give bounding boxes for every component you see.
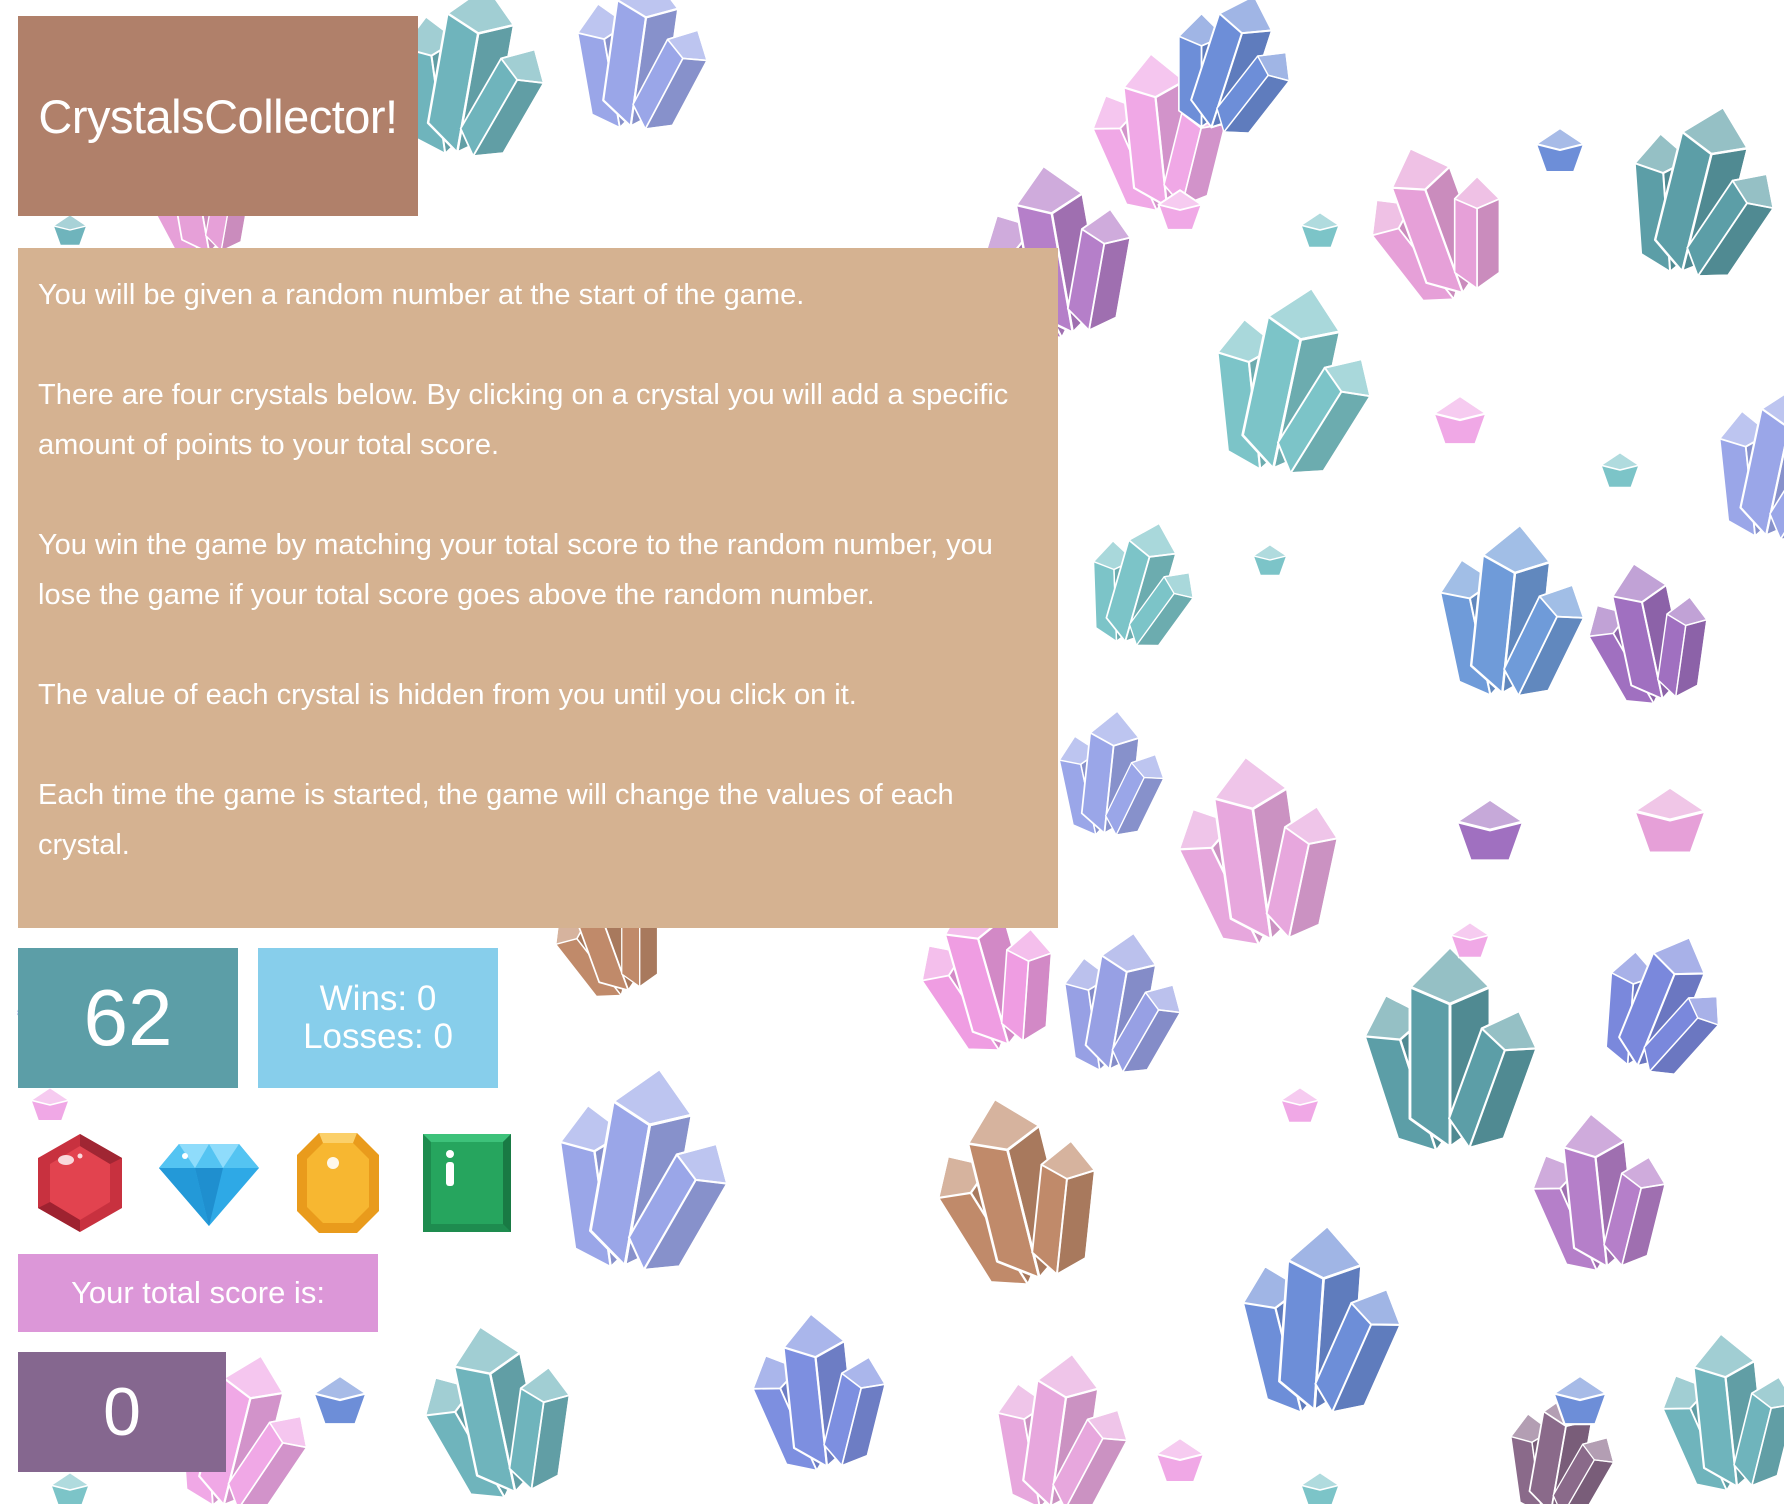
emerald-crystal-button[interactable] [404, 1120, 529, 1246]
instructions-panel: You will be given a random number at the… [18, 248, 1058, 928]
instruction-paragraph: Each time the game is started, the game … [38, 779, 954, 861]
total-score-label: Your total score is: [18, 1254, 378, 1332]
win-loss-record: Wins: 0 Losses: 0 [258, 948, 498, 1088]
crystal-row [18, 1120, 533, 1246]
blue-diamond-icon [159, 1144, 260, 1226]
yellow-topaz-icon [296, 1133, 379, 1233]
instruction-paragraph: You will be given a random number at the… [38, 279, 805, 311]
wins-count: Wins: 0 [319, 979, 437, 1018]
instruction-paragraph: The value of each crystal is hidden from… [38, 679, 857, 711]
title-box: CrystalsCollector! [18, 16, 418, 216]
total-score-value: 0 [18, 1352, 226, 1472]
instruction-paragraph: There are four crystals below. By clicki… [38, 379, 1009, 461]
ruby-crystal-button[interactable] [18, 1120, 143, 1246]
green-emerald-icon [422, 1134, 511, 1232]
instruction-paragraph: You win the game by matching your total … [38, 529, 993, 611]
red-ruby-icon [38, 1134, 123, 1232]
game-title: CrystalsCollector! [38, 89, 398, 143]
losses-count: Losses: 0 [303, 1017, 453, 1056]
diamond-crystal-button[interactable] [146, 1120, 272, 1246]
target-number: 62 [18, 948, 238, 1088]
topaz-crystal-button[interactable] [275, 1120, 401, 1246]
